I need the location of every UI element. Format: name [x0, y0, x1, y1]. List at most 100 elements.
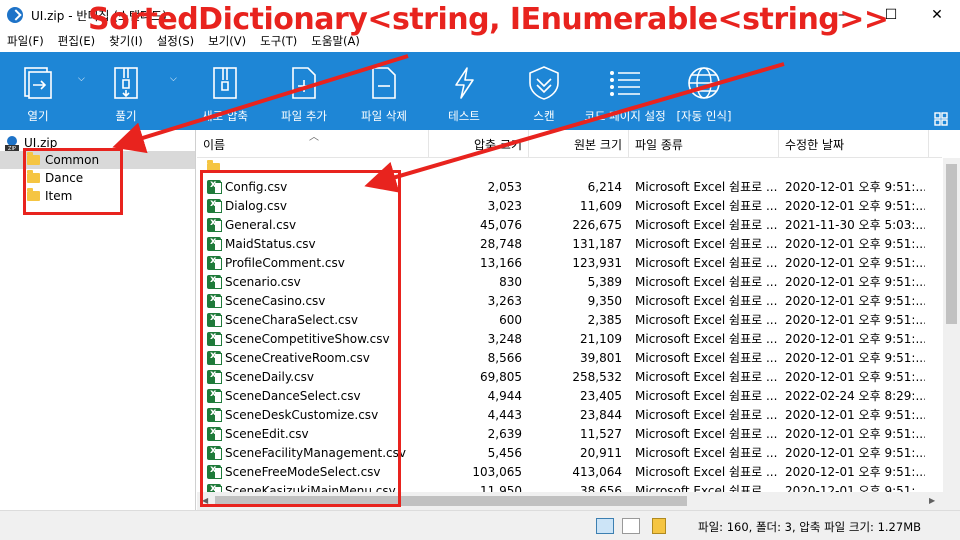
codepage-label: 코드 페이지 설정	[584, 109, 666, 123]
modified-date-cell: 2020-12-01 오후 9:51:...	[785, 313, 925, 327]
column-modified-date[interactable]: 수정한 날짜	[779, 130, 929, 158]
modified-date-cell: 2020-12-01 오후 9:51:...	[785, 465, 925, 479]
original-size-cell: 2,385	[587, 312, 622, 327]
column-original-size[interactable]: 원본 크기	[529, 130, 629, 158]
modified-date-cell: 2020-12-01 오후 9:51:...	[785, 351, 925, 365]
packed-size-cell: 28,748	[480, 236, 522, 251]
close-button[interactable]: ✕	[914, 0, 960, 30]
archive-info-icon[interactable]	[652, 518, 666, 534]
file-type-cell: Microsoft Excel 쉼표로 ...	[635, 332, 777, 346]
menu-file[interactable]: 파일(F)	[0, 33, 51, 49]
column-original-label: 원본 크기	[574, 137, 622, 152]
sort-ascending-icon: ︿	[309, 132, 319, 143]
packed-size-cell: 13,166	[480, 255, 522, 270]
packed-size-cell: 2,639	[487, 426, 522, 441]
layout-grid-icon[interactable]	[934, 112, 948, 126]
extract-dropdown-chevron-icon[interactable]: ⌵	[170, 74, 177, 84]
delete-file-icon	[364, 64, 404, 102]
column-packed-size[interactable]: 압축 크기	[429, 130, 529, 158]
modified-date-cell: 2020-12-01 오후 9:51:...	[785, 294, 925, 308]
annotation-files-box	[200, 170, 401, 507]
vertical-scroll-thumb[interactable]	[946, 164, 957, 324]
file-type-cell: Microsoft Excel 쉼표로 ...	[635, 313, 777, 327]
file-type-cell: Microsoft Excel 쉼표로 ...	[635, 275, 777, 289]
shield-icon	[524, 64, 564, 102]
packed-size-cell: 3,248	[487, 331, 522, 346]
packed-size-cell: 600	[499, 312, 522, 327]
original-size-cell: 9,350	[587, 293, 622, 308]
file-type-cell: Microsoft Excel 쉼표로 ...	[635, 180, 777, 194]
auto-detect-button[interactable]: [자동 인식]	[672, 52, 736, 130]
file-type-cell: Microsoft Excel 쉼표로 ...	[635, 294, 777, 308]
codepage-button[interactable]: 코드 페이지 설정	[584, 52, 666, 130]
add-file-button[interactable]: 파일 추가	[274, 52, 334, 130]
preview-pane-icon[interactable]	[622, 518, 640, 534]
packed-size-cell: 4,443	[487, 407, 522, 422]
column-type-label: 파일 종류	[635, 137, 683, 152]
modified-date-cell: 2020-12-01 오후 9:51:...	[785, 199, 925, 213]
scroll-right-icon[interactable]: ▶	[929, 496, 935, 505]
test-button[interactable]: 테스트	[442, 52, 486, 130]
column-name-label: 이름	[203, 137, 226, 152]
packed-size-cell: 4,944	[487, 388, 522, 403]
delete-file-button[interactable]: 파일 삭제	[354, 52, 414, 130]
original-size-cell: 23,844	[580, 407, 622, 422]
open-icon	[18, 64, 58, 102]
file-type-cell: Microsoft Excel 쉼표로 ...	[635, 408, 777, 422]
vertical-scrollbar[interactable]	[943, 158, 960, 492]
modified-date-cell: 2021-11-30 오후 5:03:...	[785, 218, 925, 232]
annotation-title: SortedDictionary<string, IEnumerable<str…	[88, 2, 889, 37]
file-type-cell: Microsoft Excel 쉼표로 ...	[635, 199, 777, 213]
list-header: 이름 ︿ 압축 크기 원본 크기 파일 종류 수정한 날짜	[197, 130, 942, 158]
packed-size-cell: 8,566	[487, 350, 522, 365]
new-archive-label: 새로 압축	[202, 109, 248, 123]
file-type-cell: Microsoft Excel 쉼표로 ...	[635, 427, 777, 441]
original-size-cell: 21,109	[580, 331, 622, 346]
original-size-cell: 258,532	[572, 369, 622, 384]
packed-size-cell: 3,263	[487, 293, 522, 308]
zip-archive-icon	[205, 64, 245, 102]
modified-date-cell: 2020-12-01 오후 9:51:...	[785, 237, 925, 251]
add-file-icon	[284, 64, 324, 102]
file-type-cell: Microsoft Excel 쉼표로 ...	[635, 370, 777, 384]
original-size-cell: 413,064	[572, 464, 622, 479]
globe-icon	[684, 64, 724, 102]
packed-size-cell: 45,076	[480, 217, 522, 232]
open-label: 열기	[27, 109, 49, 123]
column-name[interactable]: 이름 ︿	[197, 130, 429, 158]
status-summary: 파일: 160, 폴더: 3, 압축 파일 크기: 1.27MB	[698, 520, 922, 534]
original-size-cell: 11,609	[580, 198, 622, 213]
column-file-type[interactable]: 파일 종류	[629, 130, 779, 158]
file-type-cell: Microsoft Excel 쉼표로 ...	[635, 218, 777, 232]
file-type-cell: Microsoft Excel 쉼표로 ...	[635, 351, 777, 365]
new-archive-button[interactable]: 새로 압축	[200, 52, 250, 130]
bandizip-app-icon	[7, 7, 23, 23]
original-size-cell: 5,389	[587, 274, 622, 289]
delete-file-label: 파일 삭제	[361, 109, 407, 123]
zip-file-icon: ZIP	[5, 136, 19, 151]
file-type-cell: Microsoft Excel 쉼표로 ...	[635, 389, 777, 403]
modified-date-cell: 2020-12-01 오후 9:51:...	[785, 446, 925, 460]
column-date-label: 수정한 날짜	[785, 137, 845, 152]
open-dropdown-chevron-icon[interactable]: ⌵	[78, 74, 85, 84]
scan-label: 스캔	[533, 109, 555, 123]
original-size-cell: 6,214	[587, 179, 622, 194]
extract-button[interactable]: 풀기	[106, 52, 146, 130]
packed-size-cell: 69,805	[480, 369, 522, 384]
modified-date-cell: 2020-12-01 오후 9:51:...	[785, 370, 925, 384]
column-packed-label: 압축 크기	[474, 137, 522, 152]
list-icon	[605, 64, 645, 102]
scan-button[interactable]: 스캔	[522, 52, 566, 130]
extract-label: 풀기	[115, 109, 137, 123]
status-bar: 파일: 160, 폴더: 3, 압축 파일 크기: 1.27MB	[0, 510, 960, 540]
modified-date-cell: 2020-12-01 오후 9:51:...	[785, 408, 925, 422]
file-type-cell: Microsoft Excel 쉼표로 ...	[635, 256, 777, 270]
modified-date-cell: 2022-02-24 오후 8:29:...	[785, 389, 925, 403]
open-button[interactable]: 열기	[18, 52, 58, 130]
packed-size-cell: 3,023	[487, 198, 522, 213]
original-size-cell: 131,187	[572, 236, 622, 251]
original-size-cell: 123,931	[572, 255, 622, 270]
detail-view-icon[interactable]	[596, 518, 614, 534]
modified-date-cell: 2020-12-01 오후 9:51:...	[785, 427, 925, 441]
file-type-cell: Microsoft Excel 쉼표로 ...	[635, 446, 777, 460]
